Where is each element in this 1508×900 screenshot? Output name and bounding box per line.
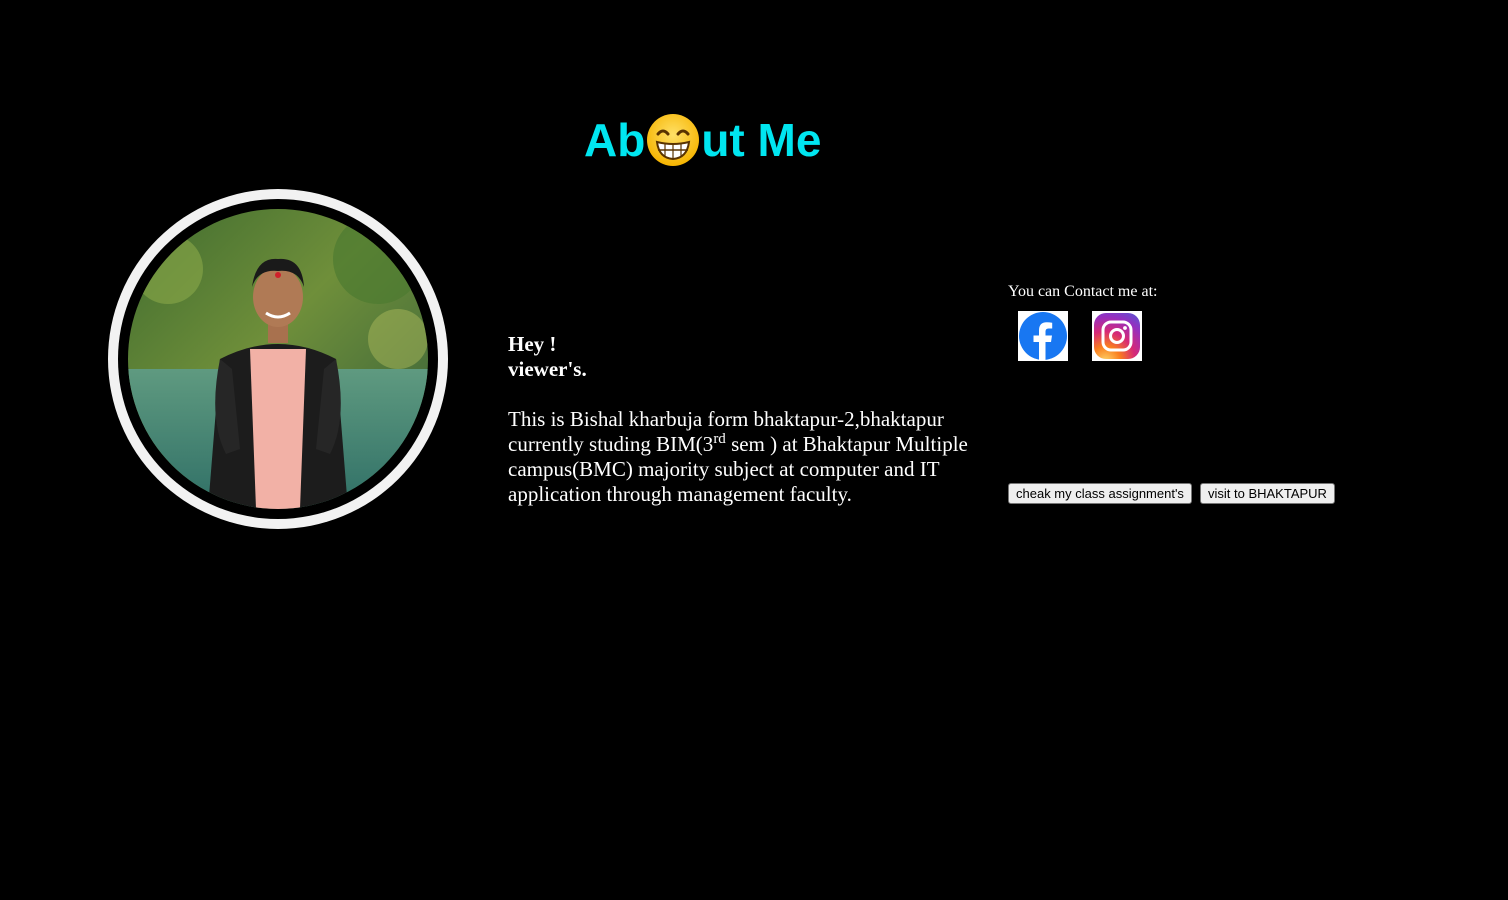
greeting-line-1: Hey !: [508, 332, 557, 356]
instagram-link[interactable]: [1092, 311, 1142, 361]
facebook-link[interactable]: [1018, 311, 1068, 361]
visit-bhaktapur-button[interactable]: visit to BHAKTAPUR: [1200, 483, 1335, 504]
intro-section: Hey ! viewer's. This is Bishal kharbuja …: [508, 332, 988, 507]
page-title: Ab ut Me: [584, 112, 821, 168]
greeting-line-2: viewer's.: [508, 357, 587, 381]
profile-photo: [128, 209, 428, 509]
facebook-icon: [1018, 311, 1068, 361]
profile-picture-frame: [108, 189, 448, 529]
page-title-end: ut Me: [701, 114, 822, 166]
class-assignments-button[interactable]: cheak my class assignment's: [1008, 483, 1192, 504]
bio-text: This is Bishal kharbuja form bhaktapur-2…: [508, 407, 988, 507]
contact-label: You can Contact me at:: [1008, 283, 1158, 300]
page-title-start: Ab: [584, 114, 646, 166]
profile-picture-border: [118, 199, 438, 519]
grinning-face-icon: [647, 114, 700, 166]
bio-ordinal-suffix: rd: [713, 431, 726, 447]
greeting: Hey ! viewer's.: [508, 332, 988, 382]
instagram-icon: [1092, 311, 1142, 361]
